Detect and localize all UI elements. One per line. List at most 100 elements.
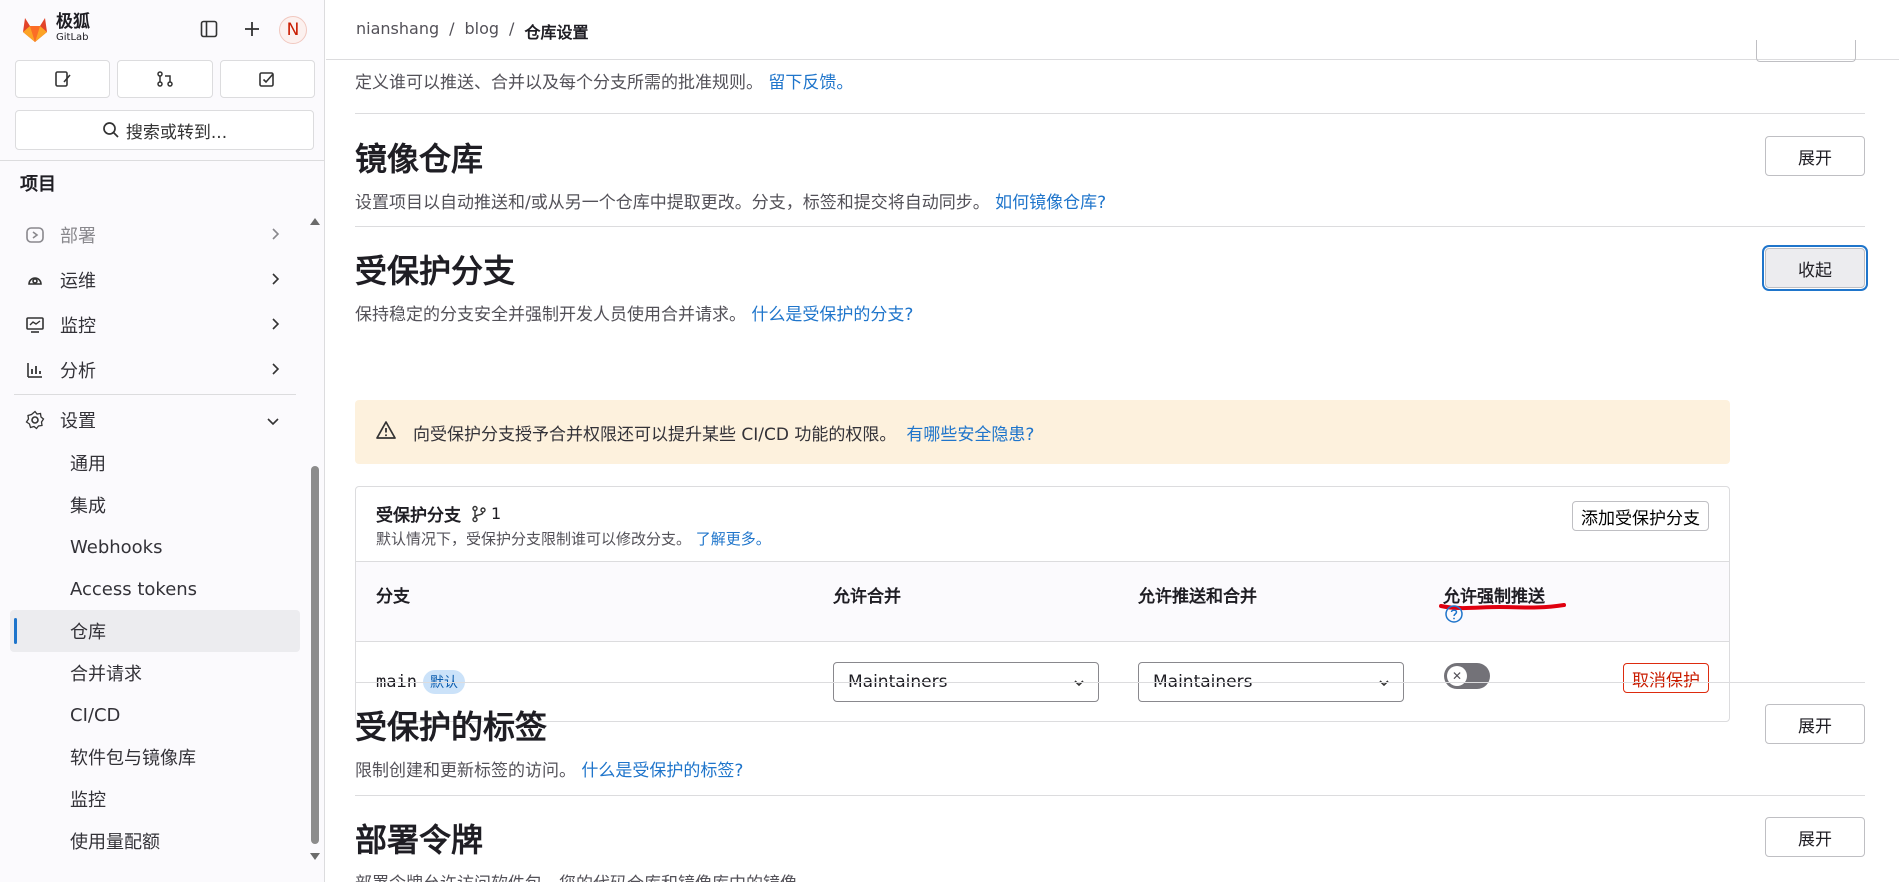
column-allowed-to-merge: 允许合并 [833,587,901,607]
settings-icon [24,409,46,431]
chevron-right-icon [270,315,280,336]
column-allowed-to-push-merge: 允许推送和合并 [1138,587,1257,607]
mirror-title: 镜像仓库 [355,140,484,178]
chevron-right-icon [270,270,280,291]
chevron-right-icon [270,360,280,381]
nav-divider [14,394,296,395]
section-divider [355,113,1865,114]
protected-tags-expand-button[interactable]: 展开 [1765,704,1865,744]
sidebar: 极狐 GitLab N 搜索或转到... 项目 部署 运维 监控 分析 设置 通… [0,0,325,882]
section-branch-rules: 定义谁可以推送、合并以及每个分支所需的批准规则。 留下反馈。 [355,68,1865,93]
column-branch: 分支 [376,587,410,607]
learn-more-link[interactable]: 了解更多。 [696,530,771,548]
scroll-down-icon [310,853,320,860]
alert-link[interactable]: 有哪些安全隐患? [906,420,1034,445]
sidebar-item-label: 监控 [60,315,96,337]
section-deploy-tokens: 部署令牌 部署令牌允许访问软件包，您的代码仓库和镜像库中的镜像。 展开 [355,815,1865,882]
sidebar-item-label: 运维 [60,270,96,292]
protected-tags-help-link[interactable]: 什么是受保护的标签? [581,761,743,781]
operate-icon [24,269,46,291]
add-protected-branch-button[interactable]: 添加受保护分支 [1572,501,1709,531]
search-label: 搜索或转到... [125,122,228,143]
force-push-toggle[interactable]: ✕ [1444,663,1490,689]
unprotect-button[interactable]: 取消保护 [1623,663,1709,693]
section-divider [355,795,1865,796]
protected-branches-help-link[interactable]: 什么是受保护的分支? [751,305,913,325]
protected-branches-title: 受保护分支 [355,252,516,290]
section-divider [355,682,1865,683]
sidebar-subitem-cicd[interactable]: CI/CD [10,694,300,736]
scroll-up-icon [310,218,320,225]
toggle-sidebar-icon[interactable] [196,16,222,42]
sidebar-scroll-thumb[interactable] [311,466,319,844]
brand-name: 极狐 [56,12,90,32]
close-icon: ✕ [1447,666,1467,686]
section-divider [355,226,1865,227]
chevron-down-icon [266,410,280,431]
sidebar-nav: 部署 运维 监控 分析 设置 通用 集成 Webhooks Access tok… [0,212,310,862]
breadcrumb-group[interactable]: nianshang [356,19,439,43]
sidebar-section-label: 项目 [20,174,56,195]
protected-tags-desc: 限制创建和更新标签的访问。 [355,761,576,781]
sidebar-divider [0,160,325,161]
sidebar-subitem-monitor[interactable]: 监控 [10,778,300,820]
breadcrumb-separator: / [449,19,455,38]
merge-requests-button[interactable] [117,60,213,98]
sidebar-subitem-access-tokens[interactable]: Access tokens [10,568,300,610]
monitor-icon [24,314,46,336]
protected-branches-collapse-button[interactable]: 收起 [1765,248,1865,288]
mirror-help-link[interactable]: 如何镜像仓库? [995,193,1106,213]
sidebar-item-operate[interactable]: 运维 [0,257,310,302]
brand-logo[interactable]: 极狐 GitLab [20,14,90,43]
sidebar-item-label: 设置 [60,410,96,432]
deploy-icon [24,224,46,246]
todo-button[interactable] [219,60,315,98]
sidebar-subitem-webhooks[interactable]: Webhooks [10,526,300,568]
analytics-icon [24,359,46,381]
protected-branches-desc: 保持稳定的分支安全并强制开发人员使用合并请求。 [355,305,746,325]
section-protected-tags: 受保护的标签 限制创建和更新标签的访问。 什么是受保护的标签? 展开 [355,702,1865,782]
sidebar-header: 极狐 GitLab N [0,0,325,60]
breadcrumb-separator: / [509,19,515,38]
sidebar-subitem-packages[interactable]: 软件包与镜像库 [10,736,300,778]
breadcrumb-current[interactable]: 仓库设置 [524,19,588,43]
sidebar-subitem-repository[interactable]: 仓库 [10,610,300,652]
mirror-expand-button[interactable]: 展开 [1765,136,1865,176]
deploy-tokens-expand-button[interactable]: 展开 [1765,817,1865,857]
sidebar-subitem-integrations[interactable]: 集成 [10,484,300,526]
warning-icon [375,420,397,445]
sidebar-item-analytics[interactable]: 分析 [0,347,310,392]
todo-icon [259,72,275,87]
sidebar-subitem-merge-requests[interactable]: 合并请求 [10,652,300,694]
chevron-right-icon [270,225,280,246]
brand-sub: GitLab [56,32,89,43]
sidebar-item-monitor[interactable]: 监控 [0,302,310,347]
breadcrumb-project[interactable]: blog [465,19,500,43]
issues-icon [54,71,71,87]
branch-count-value: 1 [491,504,502,523]
feedback-link[interactable]: 留下反馈。 [768,73,853,93]
quick-actions [15,60,315,100]
sidebar-item-settings[interactable]: 设置 [0,397,310,442]
sidebar-subitem-usage-quotas[interactable]: 使用量配额 [10,820,300,862]
deploy-tokens-title: 部署令牌 [355,821,484,859]
section-mirror: 镜像仓库 设置项目以自动推送和/或从另一个仓库中提取更改。分支，标签和提交将自动… [355,134,1865,214]
plus-icon[interactable] [239,16,265,42]
branch-rules-desc: 定义谁可以推送、合并以及每个分支所需的批准规则。 [355,73,763,93]
issues-button[interactable] [15,60,111,98]
sidebar-item-deploy[interactable]: 部署 [0,212,310,257]
card-subtitle: 默认情况下，受保护分支限制谁可以修改分支。 [376,530,692,548]
sidebar-subitem-general[interactable]: 通用 [10,442,300,484]
branch-count: 1 [471,504,501,523]
top-bar: nianshang / blog / 仓库设置 [326,0,1899,62]
chevron-down-icon [1377,675,1391,695]
help-icon[interactable] [1444,604,1464,624]
card-header: 受保护分支 1 默认情况下，受保护分支限制谁可以修改分支。 了解更多。 添加受保… [356,487,1729,562]
branch-icon [472,505,486,522]
avatar[interactable]: N [279,16,307,44]
search-icon [103,122,119,138]
partial-button[interactable] [1756,40,1856,62]
card-title: 受保护分支 [376,506,461,526]
warning-alert: 向受保护分支授予合并权限还可以提升某些 CI/CD 功能的权限。 有哪些安全隐患… [355,400,1730,464]
search-button[interactable]: 搜索或转到... [15,110,314,150]
